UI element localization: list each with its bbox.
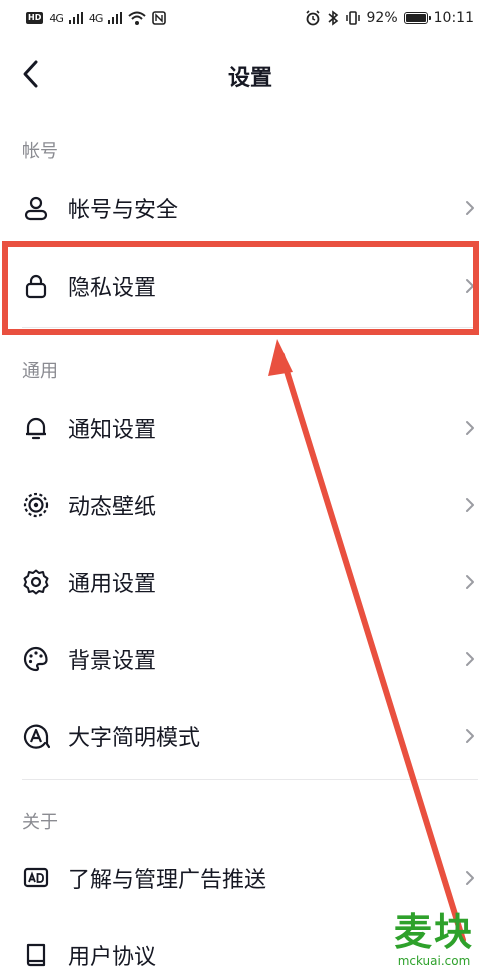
palette-icon bbox=[23, 646, 48, 672]
vibrate-icon bbox=[345, 11, 360, 25]
row-label: 通用设置 bbox=[68, 572, 157, 597]
row-label: 隐私设置 bbox=[68, 276, 157, 301]
chevron-right-icon bbox=[466, 498, 474, 512]
wifi-icon bbox=[128, 11, 147, 25]
row-ads[interactable]: 了解与管理广告推送 bbox=[0, 840, 500, 916]
signal-bars-icon bbox=[108, 12, 123, 24]
watermark-logo: 麦块 mckuai.com bbox=[386, 910, 482, 970]
signal-bars-icon bbox=[68, 12, 83, 24]
watermark-brand: 麦块 bbox=[393, 910, 474, 954]
row-label: 背景设置 bbox=[68, 649, 157, 674]
chevron-right-icon bbox=[466, 421, 474, 435]
divider bbox=[22, 327, 478, 328]
row-large-font[interactable]: 大字简明模式 bbox=[0, 698, 500, 774]
ad-icon bbox=[23, 867, 49, 888]
row-label: 通知设置 bbox=[68, 418, 157, 443]
section-about-label: 关于 bbox=[22, 812, 58, 833]
row-privacy[interactable]: 隐私设置 bbox=[0, 248, 500, 324]
chevron-right-icon bbox=[466, 871, 474, 885]
row-label: 用户协议 bbox=[68, 945, 157, 970]
chevron-right-icon bbox=[466, 201, 474, 215]
chevron-right-icon bbox=[466, 279, 474, 293]
book-icon bbox=[26, 943, 46, 967]
section-general-label: 通用 bbox=[22, 361, 58, 382]
chevron-right-icon bbox=[466, 575, 474, 589]
clock: 10:11 bbox=[433, 10, 474, 26]
bell-icon bbox=[26, 417, 46, 440]
wallpaper-icon bbox=[23, 492, 49, 518]
bluetooth-icon bbox=[327, 10, 338, 26]
row-label: 帐号与安全 bbox=[68, 198, 179, 223]
nfc-icon bbox=[152, 11, 167, 25]
chevron-right-icon bbox=[466, 652, 474, 666]
gear-icon bbox=[23, 569, 49, 595]
row-label: 动态壁纸 bbox=[68, 495, 157, 520]
status-bar: HD 4G 4G 92% 10:11 bbox=[0, 0, 500, 40]
row-live-wallpaper[interactable]: 动态壁纸 bbox=[0, 467, 500, 543]
row-general-settings[interactable]: 通用设置 bbox=[0, 544, 500, 620]
status-right: 92% 10:11 bbox=[305, 10, 474, 26]
chevron-right-icon bbox=[466, 729, 474, 743]
divider bbox=[22, 779, 478, 780]
signal-2-label: 4G bbox=[88, 11, 103, 25]
section-account-label: 帐号 bbox=[22, 141, 58, 162]
battery-icon bbox=[403, 12, 431, 24]
lock-icon bbox=[25, 274, 47, 299]
row-background[interactable]: 背景设置 bbox=[0, 621, 500, 697]
hd-indicator: HD bbox=[26, 12, 44, 24]
signal-1-label: 4G bbox=[49, 11, 63, 25]
row-notification[interactable]: 通知设置 bbox=[0, 390, 500, 466]
battery-percent: 92% bbox=[366, 10, 398, 26]
nav-bar: 设置 bbox=[0, 40, 500, 110]
page-title: 设置 bbox=[227, 66, 272, 91]
alarm-icon bbox=[305, 10, 320, 26]
row-label: 了解与管理广告推送 bbox=[68, 868, 267, 893]
row-account-security[interactable]: 帐号与安全 bbox=[0, 170, 500, 246]
font-a-icon bbox=[23, 724, 50, 749]
status-left: HD 4G 4G bbox=[26, 11, 167, 25]
watermark-domain: mckuai.com bbox=[397, 954, 471, 968]
user-icon bbox=[24, 196, 48, 221]
row-label: 大字简明模式 bbox=[68, 726, 201, 751]
